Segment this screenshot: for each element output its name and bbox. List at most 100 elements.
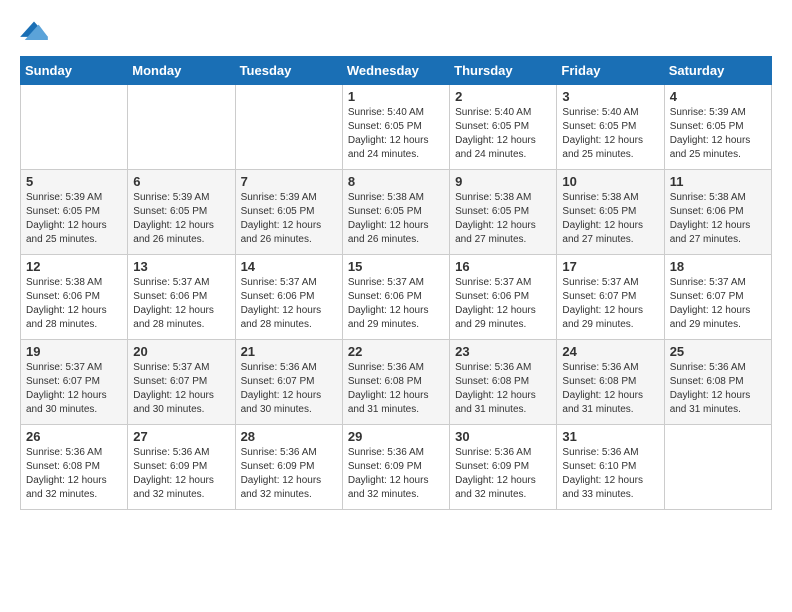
day-number: 18 xyxy=(670,259,766,274)
calendar-cell: 6 Sunrise: 5:39 AM Sunset: 6:05 PM Daylig… xyxy=(128,170,235,255)
calendar-cell: 18 Sunrise: 5:37 AM Sunset: 6:07 PM Dayli… xyxy=(664,255,771,340)
calendar-cell: 14Sunrise: 5:37 AM Sunset: 6:06 PM Dayli… xyxy=(235,255,342,340)
day-info: Sunrise: 5:37 AM Sunset: 6:07 PM Dayligh… xyxy=(670,276,766,332)
day-number: 31 xyxy=(562,429,658,444)
day-number: 27 xyxy=(133,429,229,444)
day-number: 23 xyxy=(455,344,551,359)
day-number: 15 xyxy=(348,259,444,274)
day-info: Sunrise: 5:36 AM Sunset: 6:08 PM Dayligh… xyxy=(562,361,658,417)
calendar-cell: 26 Sunrise: 5:36 AM Sunset: 6:08 PM Dayli… xyxy=(21,425,128,510)
day-number: 13 xyxy=(133,259,229,274)
day-info: Sunrise: 5:37 AM Sunset: 6:07 PM Dayligh… xyxy=(26,361,122,417)
calendar-cell: 16 Sunrise: 5:37 AM Sunset: 6:06 PM Dayli… xyxy=(450,255,557,340)
calendar-cell: 8 Sunrise: 5:38 AM Sunset: 6:05 PM Daylig… xyxy=(342,170,449,255)
day-info: Sunrise: 5:36 AM Sunset: 6:10 PM Dayligh… xyxy=(562,446,658,502)
day-number: 17 xyxy=(562,259,658,274)
day-info: Sunrise: 5:36 AM Sunset: 6:08 PM Dayligh… xyxy=(670,361,766,417)
day-info: Sunrise: 5:37 AM Sunset: 6:07 PM Dayligh… xyxy=(133,361,229,417)
day-number: 29 xyxy=(348,429,444,444)
day-number: 20 xyxy=(133,344,229,359)
day-number: 30 xyxy=(455,429,551,444)
day-number: 2 xyxy=(455,89,551,104)
day-info: Sunrise: 5:37 AM Sunset: 6:06 PM Dayligh… xyxy=(455,276,551,332)
day-info: Sunrise: 5:39 AM Sunset: 6:05 PM Dayligh… xyxy=(241,191,337,247)
calendar-cell: 17 Sunrise: 5:37 AM Sunset: 6:07 PM Dayli… xyxy=(557,255,664,340)
day-of-week-header: Monday xyxy=(128,57,235,85)
day-info: Sunrise: 5:37 AM Sunset: 6:06 PM Dayligh… xyxy=(241,276,337,332)
calendar-table: SundayMondayTuesdayWednesdayThursdayFrid… xyxy=(20,56,772,510)
day-number: 26 xyxy=(26,429,122,444)
calendar-cell: 15 Sunrise: 5:37 AM Sunset: 6:06 PM Dayli… xyxy=(342,255,449,340)
day-info: Sunrise: 5:36 AM Sunset: 6:08 PM Dayligh… xyxy=(26,446,122,502)
day-info: Sunrise: 5:37 AM Sunset: 6:07 PM Dayligh… xyxy=(562,276,658,332)
calendar-cell: 13 Sunrise: 5:37 AM Sunset: 6:06 PM Dayli… xyxy=(128,255,235,340)
day-info: Sunrise: 5:39 AM Sunset: 6:05 PM Dayligh… xyxy=(670,106,766,162)
day-info: Sunrise: 5:40 AM Sunset: 6:05 PM Dayligh… xyxy=(348,106,444,162)
day-number: 4 xyxy=(670,89,766,104)
day-info: Sunrise: 5:37 AM Sunset: 6:06 PM Dayligh… xyxy=(348,276,444,332)
calendar-cell: 7Sunrise: 5:39 AM Sunset: 6:05 PM Daylig… xyxy=(235,170,342,255)
calendar-cell xyxy=(664,425,771,510)
logo xyxy=(20,20,52,40)
day-number: 28 xyxy=(241,429,337,444)
day-info: Sunrise: 5:38 AM Sunset: 6:05 PM Dayligh… xyxy=(562,191,658,247)
calendar-cell: 24 Sunrise: 5:36 AM Sunset: 6:08 PM Dayli… xyxy=(557,340,664,425)
day-of-week-header: Tuesday xyxy=(235,57,342,85)
day-of-week-header: Friday xyxy=(557,57,664,85)
day-number: 25 xyxy=(670,344,766,359)
day-info: Sunrise: 5:39 AM Sunset: 6:05 PM Dayligh… xyxy=(26,191,122,247)
day-info: Sunrise: 5:40 AM Sunset: 6:05 PM Dayligh… xyxy=(455,106,551,162)
day-info: Sunrise: 5:38 AM Sunset: 6:06 PM Dayligh… xyxy=(26,276,122,332)
day-info: Sunrise: 5:36 AM Sunset: 6:08 PM Dayligh… xyxy=(348,361,444,417)
day-number: 9 xyxy=(455,174,551,189)
day-number: 6 xyxy=(133,174,229,189)
day-info: Sunrise: 5:36 AM Sunset: 6:08 PM Dayligh… xyxy=(455,361,551,417)
day-info: Sunrise: 5:36 AM Sunset: 6:09 PM Dayligh… xyxy=(133,446,229,502)
day-number: 1 xyxy=(348,89,444,104)
calendar-cell: 1 Sunrise: 5:40 AM Sunset: 6:05 PM Daylig… xyxy=(342,85,449,170)
day-info: Sunrise: 5:37 AM Sunset: 6:06 PM Dayligh… xyxy=(133,276,229,332)
day-info: Sunrise: 5:36 AM Sunset: 6:07 PM Dayligh… xyxy=(241,361,337,417)
day-number: 5 xyxy=(26,174,122,189)
calendar-cell: 27 Sunrise: 5:36 AM Sunset: 6:09 PM Dayli… xyxy=(128,425,235,510)
calendar-cell: 29 Sunrise: 5:36 AM Sunset: 6:09 PM Dayli… xyxy=(342,425,449,510)
calendar-cell: 22 Sunrise: 5:36 AM Sunset: 6:08 PM Dayli… xyxy=(342,340,449,425)
calendar-cell: 21 Sunrise: 5:36 AM Sunset: 6:07 PM Dayli… xyxy=(235,340,342,425)
calendar-cell: 19Sunrise: 5:37 AM Sunset: 6:07 PM Dayli… xyxy=(21,340,128,425)
day-number: 3 xyxy=(562,89,658,104)
calendar-cell: 30Sunrise: 5:36 AM Sunset: 6:09 PM Dayli… xyxy=(450,425,557,510)
calendar-cell: 25 Sunrise: 5:36 AM Sunset: 6:08 PM Dayli… xyxy=(664,340,771,425)
calendar-cell xyxy=(128,85,235,170)
calendar-cell: 9 Sunrise: 5:38 AM Sunset: 6:05 PM Daylig… xyxy=(450,170,557,255)
calendar-cell: 4 Sunrise: 5:39 AM Sunset: 6:05 PM Daylig… xyxy=(664,85,771,170)
day-number: 10 xyxy=(562,174,658,189)
day-number: 11 xyxy=(670,174,766,189)
day-of-week-header: Thursday xyxy=(450,57,557,85)
day-number: 24 xyxy=(562,344,658,359)
day-info: Sunrise: 5:39 AM Sunset: 6:05 PM Dayligh… xyxy=(133,191,229,247)
day-of-week-header: Sunday xyxy=(21,57,128,85)
day-number: 8 xyxy=(348,174,444,189)
day-of-week-header: Saturday xyxy=(664,57,771,85)
calendar-cell xyxy=(21,85,128,170)
calendar-header: SundayMondayTuesdayWednesdayThursdayFrid… xyxy=(21,57,772,85)
day-info: Sunrise: 5:36 AM Sunset: 6:09 PM Dayligh… xyxy=(348,446,444,502)
calendar-cell: 23 Sunrise: 5:36 AM Sunset: 6:08 PM Dayli… xyxy=(450,340,557,425)
day-of-week-header: Wednesday xyxy=(342,57,449,85)
calendar-cell: 20 Sunrise: 5:37 AM Sunset: 6:07 PM Dayli… xyxy=(128,340,235,425)
calendar-cell: 11 Sunrise: 5:38 AM Sunset: 6:06 PM Dayli… xyxy=(664,170,771,255)
day-info: Sunrise: 5:36 AM Sunset: 6:09 PM Dayligh… xyxy=(241,446,337,502)
calendar-cell: 10 Sunrise: 5:38 AM Sunset: 6:05 PM Dayli… xyxy=(557,170,664,255)
day-info: Sunrise: 5:38 AM Sunset: 6:05 PM Dayligh… xyxy=(348,191,444,247)
day-number: 16 xyxy=(455,259,551,274)
page-header xyxy=(20,20,772,40)
calendar-cell: 28 Sunrise: 5:36 AM Sunset: 6:09 PM Dayli… xyxy=(235,425,342,510)
calendar-cell: 3 Sunrise: 5:40 AM Sunset: 6:05 PM Daylig… xyxy=(557,85,664,170)
day-info: Sunrise: 5:40 AM Sunset: 6:05 PM Dayligh… xyxy=(562,106,658,162)
day-info: Sunrise: 5:38 AM Sunset: 6:05 PM Dayligh… xyxy=(455,191,551,247)
day-number: 22 xyxy=(348,344,444,359)
calendar-cell: 12 Sunrise: 5:38 AM Sunset: 6:06 PM Dayli… xyxy=(21,255,128,340)
day-number: 12 xyxy=(26,259,122,274)
day-info: Sunrise: 5:38 AM Sunset: 6:06 PM Dayligh… xyxy=(670,191,766,247)
day-number: 21 xyxy=(241,344,337,359)
